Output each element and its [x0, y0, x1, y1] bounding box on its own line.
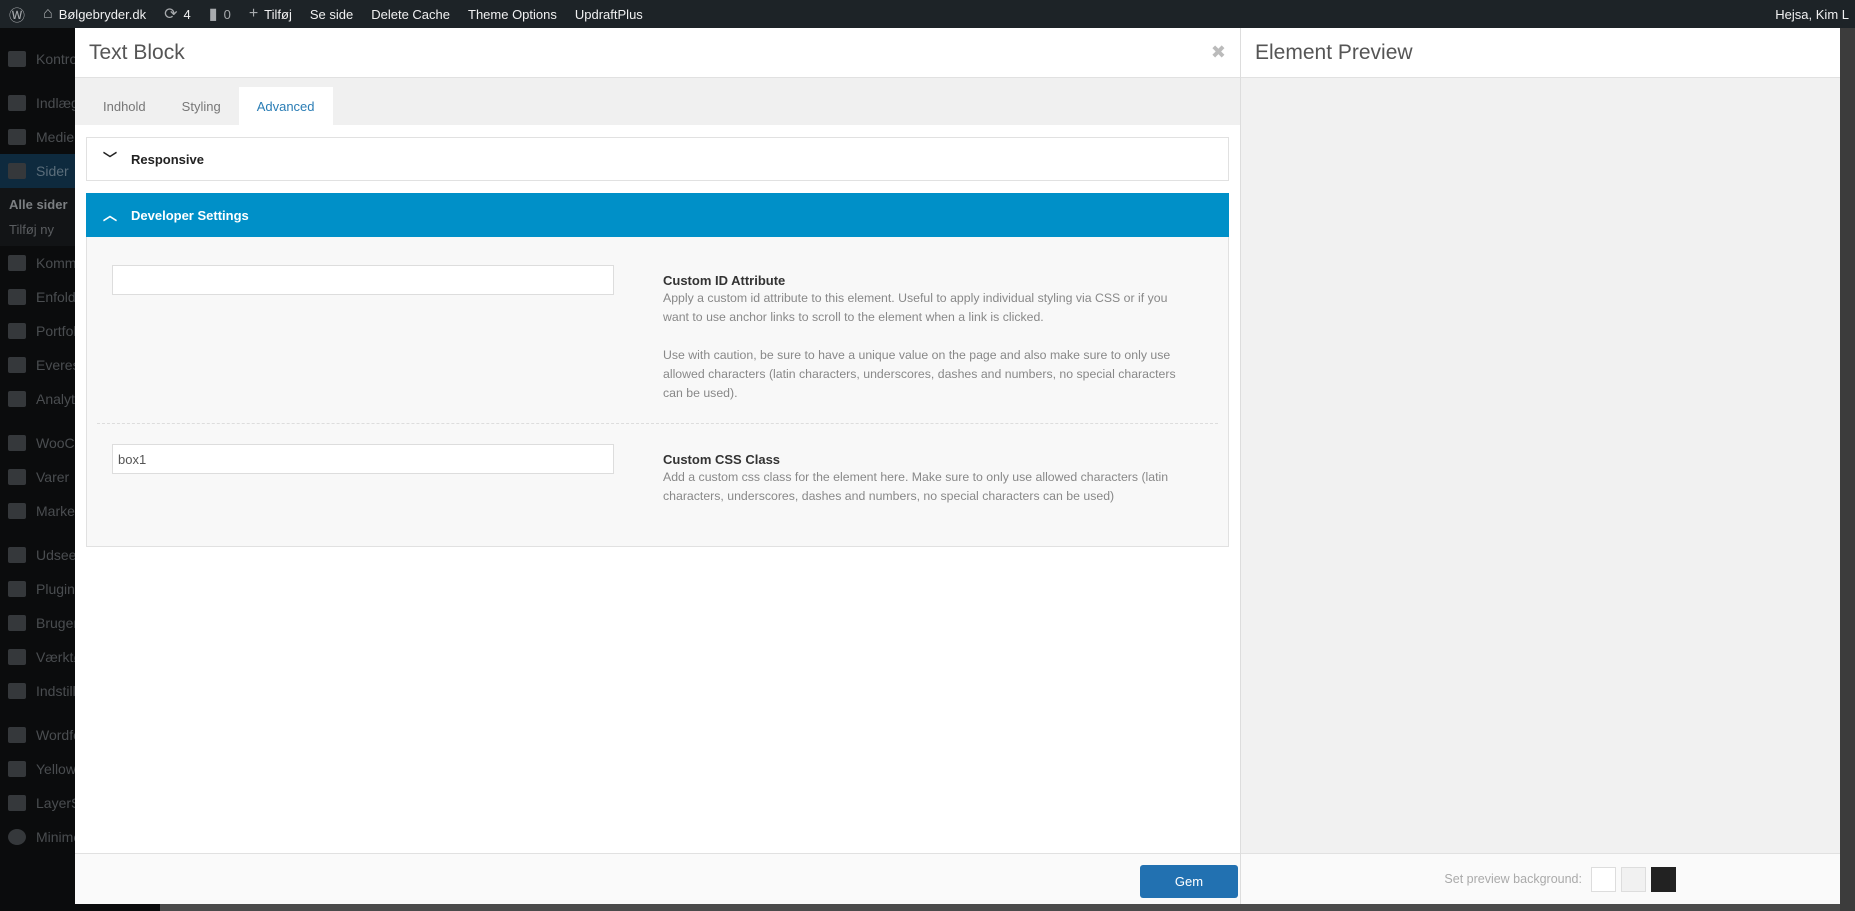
chevron-down-icon: ﹀ [103, 151, 117, 167]
wp-logo[interactable]: Ⓦ [0, 0, 34, 28]
developer-settings-toggle[interactable]: ︿ Developer Settings [86, 193, 1229, 237]
element-modal: Text Block ✖ Indhold Styling Advanced ﹀ R… [75, 28, 1240, 904]
chart-icon [8, 391, 26, 407]
archive-icon [8, 469, 26, 485]
tab-advanced[interactable]: Advanced [238, 87, 333, 125]
settings-icon [8, 683, 26, 699]
comment-icon [8, 255, 26, 271]
updates-count: 4 [183, 6, 191, 22]
toggle-label: Responsive [131, 151, 204, 167]
custom-css-desc: Add a custom css class for the element h… [663, 470, 1169, 503]
developer-settings-body: Custom ID Attribute Apply a custom id at… [86, 237, 1229, 547]
close-icon[interactable]: ✖ [1211, 42, 1226, 63]
home-icon [8, 289, 26, 305]
sidebar-label: LayerS [36, 795, 81, 811]
sidebar-label: Indstill [36, 683, 76, 699]
portfolio-icon [8, 323, 26, 339]
swatch-light-gray[interactable] [1621, 866, 1646, 892]
custom-id-label: Custom ID Attribute [663, 273, 786, 288]
wordfence-icon [8, 727, 26, 743]
sidebar-label: Kontro [36, 51, 78, 67]
sidebar-label: Portfol [36, 323, 77, 339]
user-icon [8, 615, 26, 631]
custom-id-caution: Use with caution, be sure to have a uniq… [663, 348, 1176, 400]
brush-icon [8, 547, 26, 563]
element-preview-panel: Element Preview Set preview background: [1240, 28, 1840, 904]
sidebar-label: Market [36, 503, 79, 519]
sidebar-label: Indlæg [36, 95, 79, 111]
comment-icon: ▮ [208, 6, 218, 23]
admin-bar: Ⓦ ⌂ Bølgebryder.dk ⟳ 4 ▮ 0 + Tilføj Se side … [0, 0, 1855, 28]
media-icon [8, 129, 26, 145]
dashboard-icon [8, 51, 26, 67]
sidebar-label: Yellow [36, 761, 76, 777]
preview-footer: Set preview background: [1241, 853, 1840, 904]
new-link[interactable]: + Tilføj [240, 0, 301, 28]
modal-tabs: Indhold Styling Advanced [75, 78, 1240, 125]
layers-icon [8, 795, 26, 811]
plugin-icon [8, 581, 26, 597]
sidebar-label: Komm [36, 255, 77, 271]
preview-bg-label: Set preview background: [1444, 872, 1582, 886]
custom-css-class-input[interactable] [112, 444, 614, 474]
swatch-dark[interactable] [1651, 866, 1676, 892]
comments-count: 0 [223, 6, 231, 22]
updates-link[interactable]: ⟳ 4 [155, 0, 200, 28]
delete-cache-link[interactable]: Delete Cache [362, 0, 459, 28]
site-name: Bølgebryder.dk [58, 6, 147, 22]
toggle-label: Developer Settings [131, 207, 249, 223]
responsive-toggle[interactable]: ﹀ Responsive [86, 137, 1229, 181]
custom-id-desc: Apply a custom id attribute to this elem… [663, 291, 1168, 324]
refresh-icon: ⟳ [164, 6, 178, 23]
view-page-link[interactable]: Se side [301, 0, 362, 28]
new-label: Tilføj [264, 6, 292, 22]
pin-icon [8, 95, 26, 111]
megaphone-icon [8, 503, 26, 519]
home-icon: ⌂ [43, 5, 53, 22]
modal-title: Text Block [89, 40, 185, 64]
theme-options-link[interactable]: Theme Options [459, 0, 566, 28]
comments-link[interactable]: ▮ 0 [200, 0, 240, 28]
modal-header: Text Block ✖ [75, 28, 1240, 78]
sidebar-label: Enfold [36, 289, 76, 305]
custom-css-label: Custom CSS Class [663, 452, 781, 467]
collapse-icon [8, 829, 26, 845]
tab-indhold[interactable]: Indhold [85, 87, 164, 125]
mountain-icon [8, 357, 26, 373]
sidebar-label: Medier [36, 129, 79, 145]
user-greeting[interactable]: Hejsa, Kim L [1766, 0, 1855, 28]
sidebar-label: Bruger [36, 615, 79, 631]
pages-icon [8, 163, 26, 179]
sidebar-label: Analyti [36, 391, 79, 407]
tab-styling[interactable]: Styling [164, 87, 239, 125]
preview-title: Element Preview [1255, 40, 1413, 64]
modal-footer: Gem [75, 853, 1240, 904]
sidebar-label: Sider [36, 163, 69, 179]
wordpress-icon: Ⓦ [9, 8, 26, 25]
plus-icon: + [248, 5, 259, 22]
site-link[interactable]: ⌂ Bølgebryder.dk [34, 0, 155, 28]
swatch-white[interactable] [1591, 866, 1616, 892]
save-button[interactable]: Gem [1140, 865, 1238, 898]
custom-id-input[interactable] [112, 265, 614, 295]
updraftplus-link[interactable]: UpdraftPlus [566, 0, 652, 28]
yoast-icon [8, 761, 26, 777]
chevron-up-icon: ︿ [103, 207, 117, 223]
woo-icon [8, 435, 26, 451]
wrench-icon [8, 649, 26, 665]
sidebar-label: Varer [36, 469, 70, 485]
background-overlay-edge [1840, 28, 1855, 911]
